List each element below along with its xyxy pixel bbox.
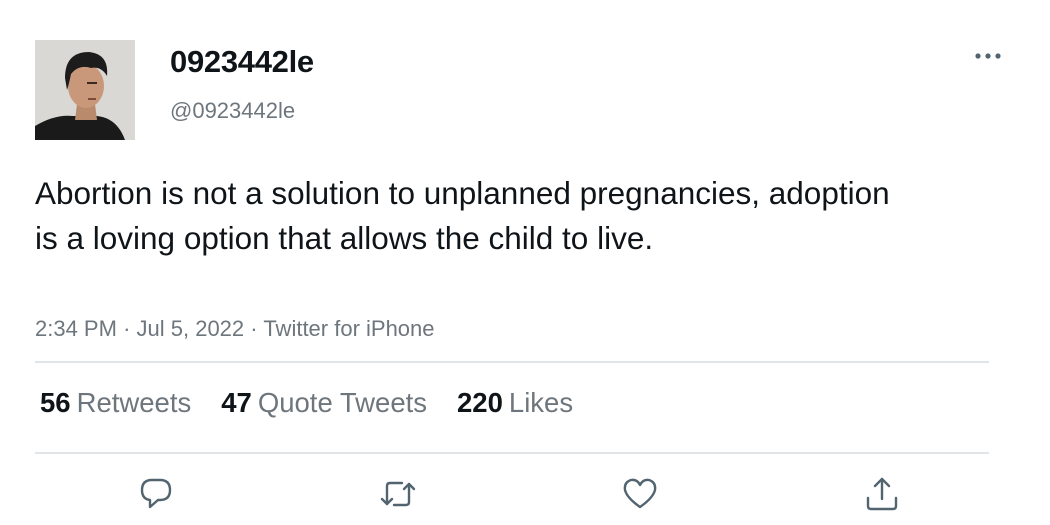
- tweet-meta: 2:34 PM · Jul 5, 2022 · Twitter for iPho…: [35, 316, 435, 342]
- reply-button[interactable]: [136, 474, 176, 514]
- quote-tweets-count: 47: [221, 387, 252, 418]
- tweet-time[interactable]: 2:34 PM: [35, 316, 117, 341]
- retweet-button[interactable]: [378, 474, 418, 514]
- retweets-count: 56: [40, 387, 71, 418]
- reply-icon: [140, 478, 172, 509]
- profile-photo: [35, 40, 135, 140]
- likes-label: Likes: [508, 387, 574, 418]
- user-handle[interactable]: @0923442le: [170, 98, 295, 124]
- tweet-date[interactable]: Jul 5, 2022: [137, 316, 245, 341]
- share-icon: [866, 477, 898, 511]
- share-button[interactable]: [862, 474, 902, 514]
- more-options-button[interactable]: [968, 40, 1008, 72]
- avatar[interactable]: [35, 40, 135, 140]
- meta-separator: ·: [123, 316, 131, 341]
- like-icon: [623, 478, 657, 509]
- tweet-text: Abortion is not a solution to unplanned …: [35, 175, 890, 256]
- like-button[interactable]: [620, 474, 660, 514]
- quote-tweets-stat[interactable]: 47 Quote Tweets: [221, 387, 427, 419]
- engagement-stats: 56 Retweets 47 Quote Tweets 220 Likes: [40, 387, 573, 419]
- divider: [35, 452, 989, 454]
- tweet-source[interactable]: Twitter for iPhone: [263, 316, 434, 341]
- likes-stat[interactable]: 220 Likes: [457, 387, 573, 419]
- meta-separator: ·: [250, 316, 258, 341]
- display-name[interactable]: 0923442le: [170, 44, 314, 80]
- retweets-stat[interactable]: 56 Retweets: [40, 387, 191, 419]
- likes-count: 220: [457, 387, 503, 418]
- quote-tweets-label: Quote Tweets: [257, 387, 428, 418]
- retweet-icon: [380, 481, 416, 507]
- more-icon: [975, 53, 1001, 59]
- retweets-label: Retweets: [76, 387, 192, 418]
- divider: [35, 361, 989, 363]
